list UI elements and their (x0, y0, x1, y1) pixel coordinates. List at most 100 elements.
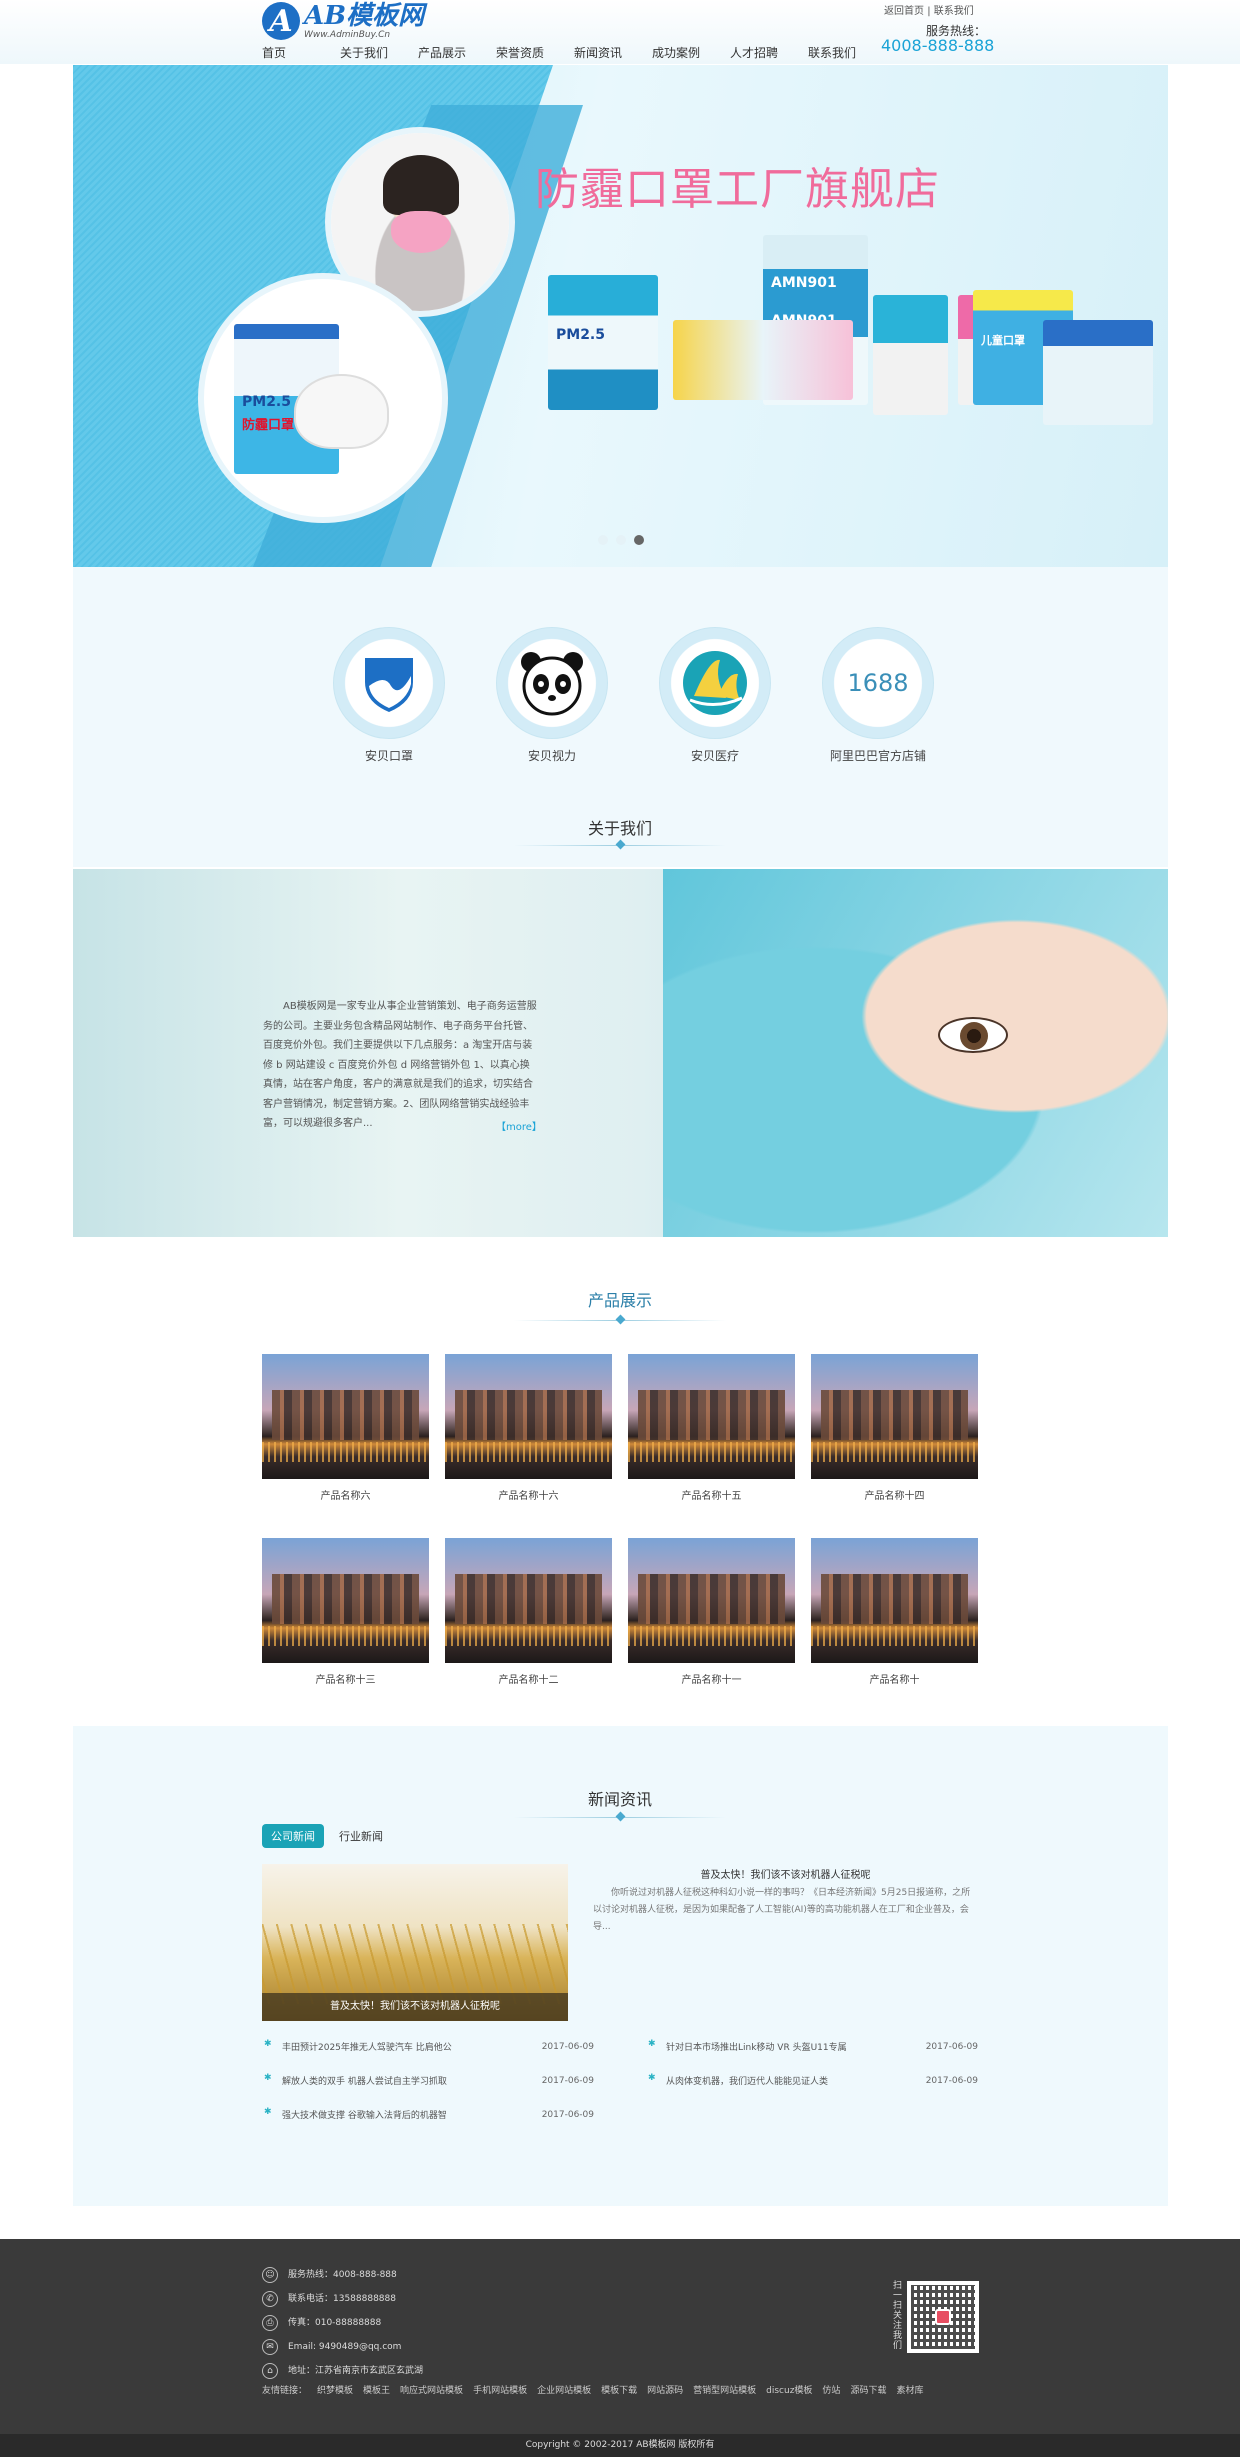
logo-title: AB模板网 (304, 1, 425, 31)
carousel-dots (598, 535, 644, 545)
friend-link[interactable]: 模板王 (363, 2383, 390, 2396)
eye-illustration (938, 1017, 1008, 1053)
site-header: A AB模板网 Www.AdminBuy.Cn 返回首页 | 联系我们 服务热线… (0, 0, 1240, 64)
fax-icon: ⎙ (262, 2315, 278, 2331)
product-name[interactable]: 产品名称十六 (445, 1487, 612, 1502)
friend-link[interactable]: 仿站 (822, 2383, 840, 2396)
tab-company-news[interactable]: 公司新闻 (262, 1824, 324, 1848)
product-name[interactable]: 产品名称十二 (445, 1671, 612, 1686)
product-image[interactable] (628, 1354, 795, 1479)
about-text: AB模板网是一家专业从事企业营销策划、电子商务运营服务的公司。主要业务包含精品网… (263, 1001, 537, 1129)
news-list-item[interactable]: 从肉体变机器，我们迈代人能能见证人类2017-06-09 (646, 2072, 978, 2089)
friend-link[interactable]: 模板下载 (601, 2383, 637, 2396)
news-list-item[interactable]: 解放人类的双手 机器人尝试自主学习抓取2017-06-09 (262, 2072, 594, 2089)
product-image[interactable] (628, 1538, 795, 1663)
featured-news-caption[interactable]: 普及太快！我们该不该对机器人征税呢 (262, 1993, 568, 2021)
nav-honors[interactable]: 荣誉资质 (496, 44, 574, 61)
product-card[interactable]: 产品名称六 (262, 1354, 429, 1538)
title-divider (514, 1811, 726, 1822)
product-photo-circle: PM2.5 防霾口罩 (198, 273, 448, 523)
product-name[interactable]: 产品名称十 (811, 1671, 978, 1686)
carousel-dot[interactable] (616, 535, 626, 545)
product-card[interactable]: 产品名称十四 (811, 1354, 978, 1538)
mail-icon: ✉ (262, 2339, 278, 2355)
nurse-photo (663, 869, 1168, 1237)
product-name[interactable]: 产品名称十四 (811, 1487, 978, 1502)
number-badge-icon: 1688 (847, 669, 909, 697)
qr-code-icon (907, 2281, 979, 2353)
feature-item[interactable]: 安贝医疗 (645, 627, 785, 764)
product-image[interactable] (811, 1354, 978, 1479)
feature-item[interactable]: 安贝口罩 (319, 627, 459, 764)
friend-link[interactable]: 企业网站模板 (537, 2383, 591, 2396)
nav-cases[interactable]: 成功案例 (652, 44, 730, 61)
panda-icon (521, 652, 583, 716)
top-link-separator: | (927, 6, 931, 17)
hero-banner[interactable]: PM2.5 防霾口罩 防霾口罩工厂旗舰店 PM2.5 AMN901 AMN901… (73, 65, 1168, 567)
feature-item[interactable]: 安贝视力 (482, 627, 622, 764)
news-tabs: 公司新闻 行业新闻 (262, 1824, 392, 1848)
product-image[interactable] (262, 1538, 429, 1663)
main-nav: 首页 关于我们 产品展示 荣誉资质 新闻资讯 成功案例 人才招聘 联系我们 (262, 44, 886, 61)
news-list: 丰田预计2025年推无人驾驶汽车 比肩他公2017-06-09 针对日本市场推出… (262, 2038, 978, 2123)
product-image[interactable] (262, 1354, 429, 1479)
nav-jobs[interactable]: 人才招聘 (730, 44, 808, 61)
product-image[interactable] (445, 1354, 612, 1479)
about-section-title: 关于我们 (587, 819, 652, 838)
carousel-dot[interactable] (598, 535, 608, 545)
nav-products[interactable]: 产品展示 (418, 44, 496, 61)
site-logo[interactable]: A AB模板网 Www.AdminBuy.Cn (262, 0, 424, 42)
friend-link[interactable]: 网站源码 (647, 2383, 683, 2396)
friend-link[interactable]: 响应式网站模板 (400, 2383, 463, 2396)
shield-icon (365, 658, 413, 712)
feature-label: 安贝口罩 (364, 749, 413, 763)
news-list-item[interactable]: 针对日本市场推出Link移动 VR 头盔U11专属2017-06-09 (646, 2038, 978, 2055)
product-card[interactable]: 产品名称十三 (262, 1538, 429, 1722)
products-section-title: 产品展示 (587, 1291, 652, 1310)
friend-link[interactable]: discuz模板 (766, 2383, 812, 2396)
feature-item[interactable]: 1688 阿里巴巴官方店铺 (808, 627, 948, 764)
product-name[interactable]: 产品名称十一 (628, 1671, 795, 1686)
tab-industry-news[interactable]: 行业新闻 (330, 1824, 392, 1848)
news-list-item[interactable]: 强大技术做支撑 谷歌输入法背后的机器智2017-06-09 (262, 2106, 594, 2123)
mask-package (1043, 320, 1153, 425)
news-section-title: 新闻资讯 (587, 1790, 652, 1809)
product-name[interactable]: 产品名称十三 (262, 1671, 429, 1686)
nav-home[interactable]: 首页 (262, 44, 340, 61)
top-link-contact[interactable]: 联系我们 (934, 6, 974, 17)
nav-news[interactable]: 新闻资讯 (574, 44, 652, 61)
logo-mark-icon: A (262, 2, 300, 40)
product-card[interactable]: 产品名称十二 (445, 1538, 612, 1722)
product-name[interactable]: 产品名称六 (262, 1487, 429, 1502)
product-card[interactable]: 产品名称十 (811, 1538, 978, 1722)
friend-link[interactable]: 营销型网站模板 (693, 2383, 756, 2396)
product-grid: 产品名称六 产品名称十六 产品名称十五 产品名称十四 产品名称十三 产品名称十二… (262, 1354, 978, 1722)
friend-link[interactable]: 织梦模板 (317, 2383, 353, 2396)
hotline-number: 4008-888-888 (881, 36, 995, 55)
news-list-item[interactable]: 丰田预计2025年推无人驾驶汽车 比肩他公2017-06-09 (262, 2038, 594, 2055)
address-icon: ⌂ (262, 2363, 278, 2379)
featured-news-headline[interactable]: 普及太快！我们该不该对机器人征税呢 (593, 1866, 978, 1881)
product-card[interactable]: 产品名称十六 (445, 1354, 612, 1538)
product-image[interactable] (445, 1538, 612, 1663)
friend-link[interactable]: 素材库 (896, 2383, 923, 2396)
about-more-link[interactable]: 【more】 (496, 1118, 542, 1133)
contact-info: ☺ 服务热线：4008-888-888 ✆ 联系电话：13588888888 ⎙ 传真… (262, 2263, 423, 2383)
product-card[interactable]: 产品名称十五 (628, 1354, 795, 1538)
friend-link[interactable]: 源码下载 (850, 2383, 886, 2396)
nav-about[interactable]: 关于我们 (340, 44, 418, 61)
friend-links-label: 友情链接： (262, 2386, 308, 2396)
pink-mask-icon (391, 211, 451, 253)
product-image[interactable] (811, 1538, 978, 1663)
feature-label: 安贝视力 (527, 749, 576, 763)
mask-package (873, 295, 948, 415)
carousel-dot-active[interactable] (634, 535, 644, 545)
service-user-icon: ☺ (262, 2267, 278, 2283)
top-link-home[interactable]: 返回首页 (884, 6, 924, 17)
nav-contact[interactable]: 联系我们 (808, 44, 886, 61)
product-card[interactable]: 产品名称十一 (628, 1538, 795, 1722)
friend-link[interactable]: 手机网站模板 (473, 2383, 527, 2396)
friend-links: 友情链接： 织梦模板 模板王 响应式网站模板 手机网站模板 企业网站模板 模板下… (262, 2383, 923, 2396)
product-name[interactable]: 产品名称十五 (628, 1487, 795, 1502)
white-mask-icon (294, 374, 389, 449)
